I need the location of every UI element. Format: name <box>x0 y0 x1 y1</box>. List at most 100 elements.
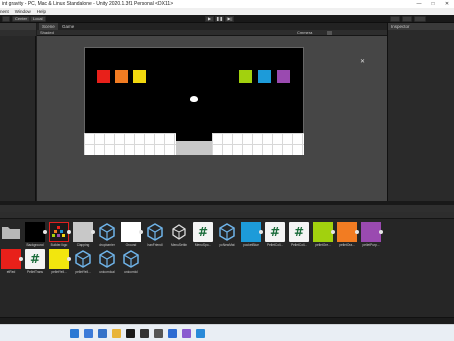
tab-inspector[interactable]: Inspector <box>388 23 454 30</box>
project-toolbar <box>0 212 454 219</box>
project-asset[interactable]: etRed <box>1 249 23 277</box>
right-square-blue[interactable] <box>258 70 271 83</box>
windows-taskbar <box>0 324 454 341</box>
mail-icon[interactable] <box>84 329 93 338</box>
close-button[interactable]: ✕ <box>440 0 454 8</box>
asset-label: unicornIcl <box>124 270 138 274</box>
store-icon[interactable] <box>98 329 107 338</box>
photos-icon[interactable] <box>168 329 177 338</box>
menu-item-help[interactable]: Help <box>37 8 46 15</box>
left-square-yellow[interactable] <box>133 70 146 83</box>
sprite-thumbnail <box>337 222 357 242</box>
menu-item-component[interactable]: nent <box>0 8 9 15</box>
project-asset[interactable]: dropbarrier <box>97 222 117 250</box>
step-button[interactable]: ▶| <box>225 16 234 22</box>
maximize-button[interactable]: □ <box>426 0 440 8</box>
unity-icon[interactable] <box>140 329 149 338</box>
project-asset[interactable]: pelletGre... <box>313 222 335 250</box>
project-asset[interactable]: pelletYell... <box>73 249 93 277</box>
layers-dropdown[interactable] <box>402 16 412 22</box>
expand-arrow-icon[interactable] <box>379 230 383 234</box>
pause-button[interactable]: ❚❚ <box>215 16 224 22</box>
expand-arrow-icon[interactable] <box>19 257 23 261</box>
expand-arrow-icon[interactable] <box>139 230 143 234</box>
csharp-script-icon: # <box>193 222 213 242</box>
project-asset[interactable]: MenuSettin <box>169 222 189 250</box>
project-asset[interactable]: # MenuSpo... <box>193 222 213 250</box>
tab-game-label: Game <box>62 24 75 29</box>
expand-arrow-icon[interactable] <box>67 230 71 234</box>
expand-arrow-icon[interactable] <box>259 230 263 234</box>
menu-item-window[interactable]: Window <box>15 8 31 15</box>
player-blob[interactable] <box>190 96 198 102</box>
project-asset[interactable] <box>1 222 21 250</box>
expand-arrow-icon[interactable] <box>67 257 71 261</box>
prefab-cube-icon <box>73 249 93 269</box>
left-square-red[interactable] <box>97 70 110 83</box>
cursor-icon: ✕ <box>360 59 366 65</box>
project-asset[interactable]: # PelletTrans <box>25 249 45 277</box>
expand-arrow-icon[interactable] <box>91 230 95 234</box>
project-asset[interactable]: pcNewMat <box>217 222 237 250</box>
project-asset[interactable]: Background <box>25 222 47 250</box>
sprite-thumbnail <box>1 249 21 269</box>
project-asset[interactable]: Builder.Ikgo <box>49 222 71 250</box>
folder-icon <box>1 222 21 242</box>
hierarchy-search-bar[interactable] <box>0 30 36 36</box>
prefab-cube-icon <box>217 222 237 242</box>
edge-icon[interactable] <box>70 329 79 338</box>
right-square-green[interactable] <box>239 70 252 83</box>
collab-button[interactable] <box>390 16 400 22</box>
hierarchy-header <box>0 23 36 30</box>
status-bar <box>0 317 454 324</box>
window-controls: — □ ✕ <box>412 0 454 8</box>
project-asset[interactable]: hanFriendl <box>145 222 165 250</box>
tab-game[interactable]: Game <box>59 23 77 30</box>
pivot-center-button[interactable]: Center <box>12 16 31 22</box>
asset-label: dropbarrier <box>99 243 115 247</box>
pixel-art-icon <box>49 222 69 242</box>
project-asset[interactable]: pelletPurp... <box>361 222 383 250</box>
asset-label: PelletTrans <box>26 270 43 274</box>
expand-arrow-icon[interactable] <box>43 230 47 234</box>
csharp-script-icon: # <box>265 222 285 242</box>
project-asset[interactable]: pelletYell... <box>49 249 71 277</box>
local-global-button[interactable]: Local <box>30 16 46 22</box>
project-asset[interactable]: pelletOra... <box>337 222 359 250</box>
asset-label: MenuSettin <box>170 243 188 247</box>
project-asset[interactable]: unicornIcal <box>97 249 117 277</box>
asset-label: hanFriendl <box>147 243 163 247</box>
settings-icon[interactable] <box>154 329 163 338</box>
minimize-button[interactable]: — <box>412 0 426 8</box>
right-square-purple[interactable] <box>277 70 290 83</box>
project-panel: Background Builder.Ikgo Clapping dropbarrie… <box>0 205 454 317</box>
layout-dropdown[interactable] <box>414 16 426 22</box>
ground-left[interactable] <box>84 133 176 155</box>
vscode-icon[interactable] <box>196 329 205 338</box>
csharp-script-icon: # <box>289 222 309 242</box>
rect-tool-button[interactable] <box>2 16 10 22</box>
left-square-orange[interactable] <box>115 70 128 83</box>
asset-label: Builder.Ikgo <box>50 243 68 247</box>
ground-gap-platform[interactable] <box>176 141 212 155</box>
project-asset[interactable]: Ground <box>121 222 143 250</box>
app-icon[interactable] <box>182 329 191 338</box>
gizmos-icon[interactable] <box>327 31 332 35</box>
asset-label: Clapping <box>76 243 90 247</box>
project-asset[interactable]: # PelletColl... <box>289 222 309 250</box>
window-title-bar: int gravity - PC, Mac & Linux Standalone… <box>0 0 454 8</box>
tab-scene[interactable]: Scene <box>39 23 58 30</box>
project-asset[interactable]: Clapping <box>73 222 95 250</box>
expand-arrow-icon[interactable] <box>355 230 359 234</box>
project-asset[interactable]: unicornIcl <box>121 249 141 277</box>
sprite-thumbnail <box>361 222 381 242</box>
folder-icon[interactable] <box>112 329 121 338</box>
play-button[interactable]: ▶ <box>205 16 214 22</box>
prefab-cube-icon <box>145 222 165 242</box>
ground-right[interactable] <box>212 133 304 155</box>
asset-label: Background <box>26 243 44 247</box>
terminal-icon[interactable] <box>126 329 135 338</box>
project-asset[interactable]: pocketBlue <box>241 222 263 250</box>
project-asset[interactable]: # PelletColl... <box>265 222 285 250</box>
expand-arrow-icon[interactable] <box>331 230 335 234</box>
